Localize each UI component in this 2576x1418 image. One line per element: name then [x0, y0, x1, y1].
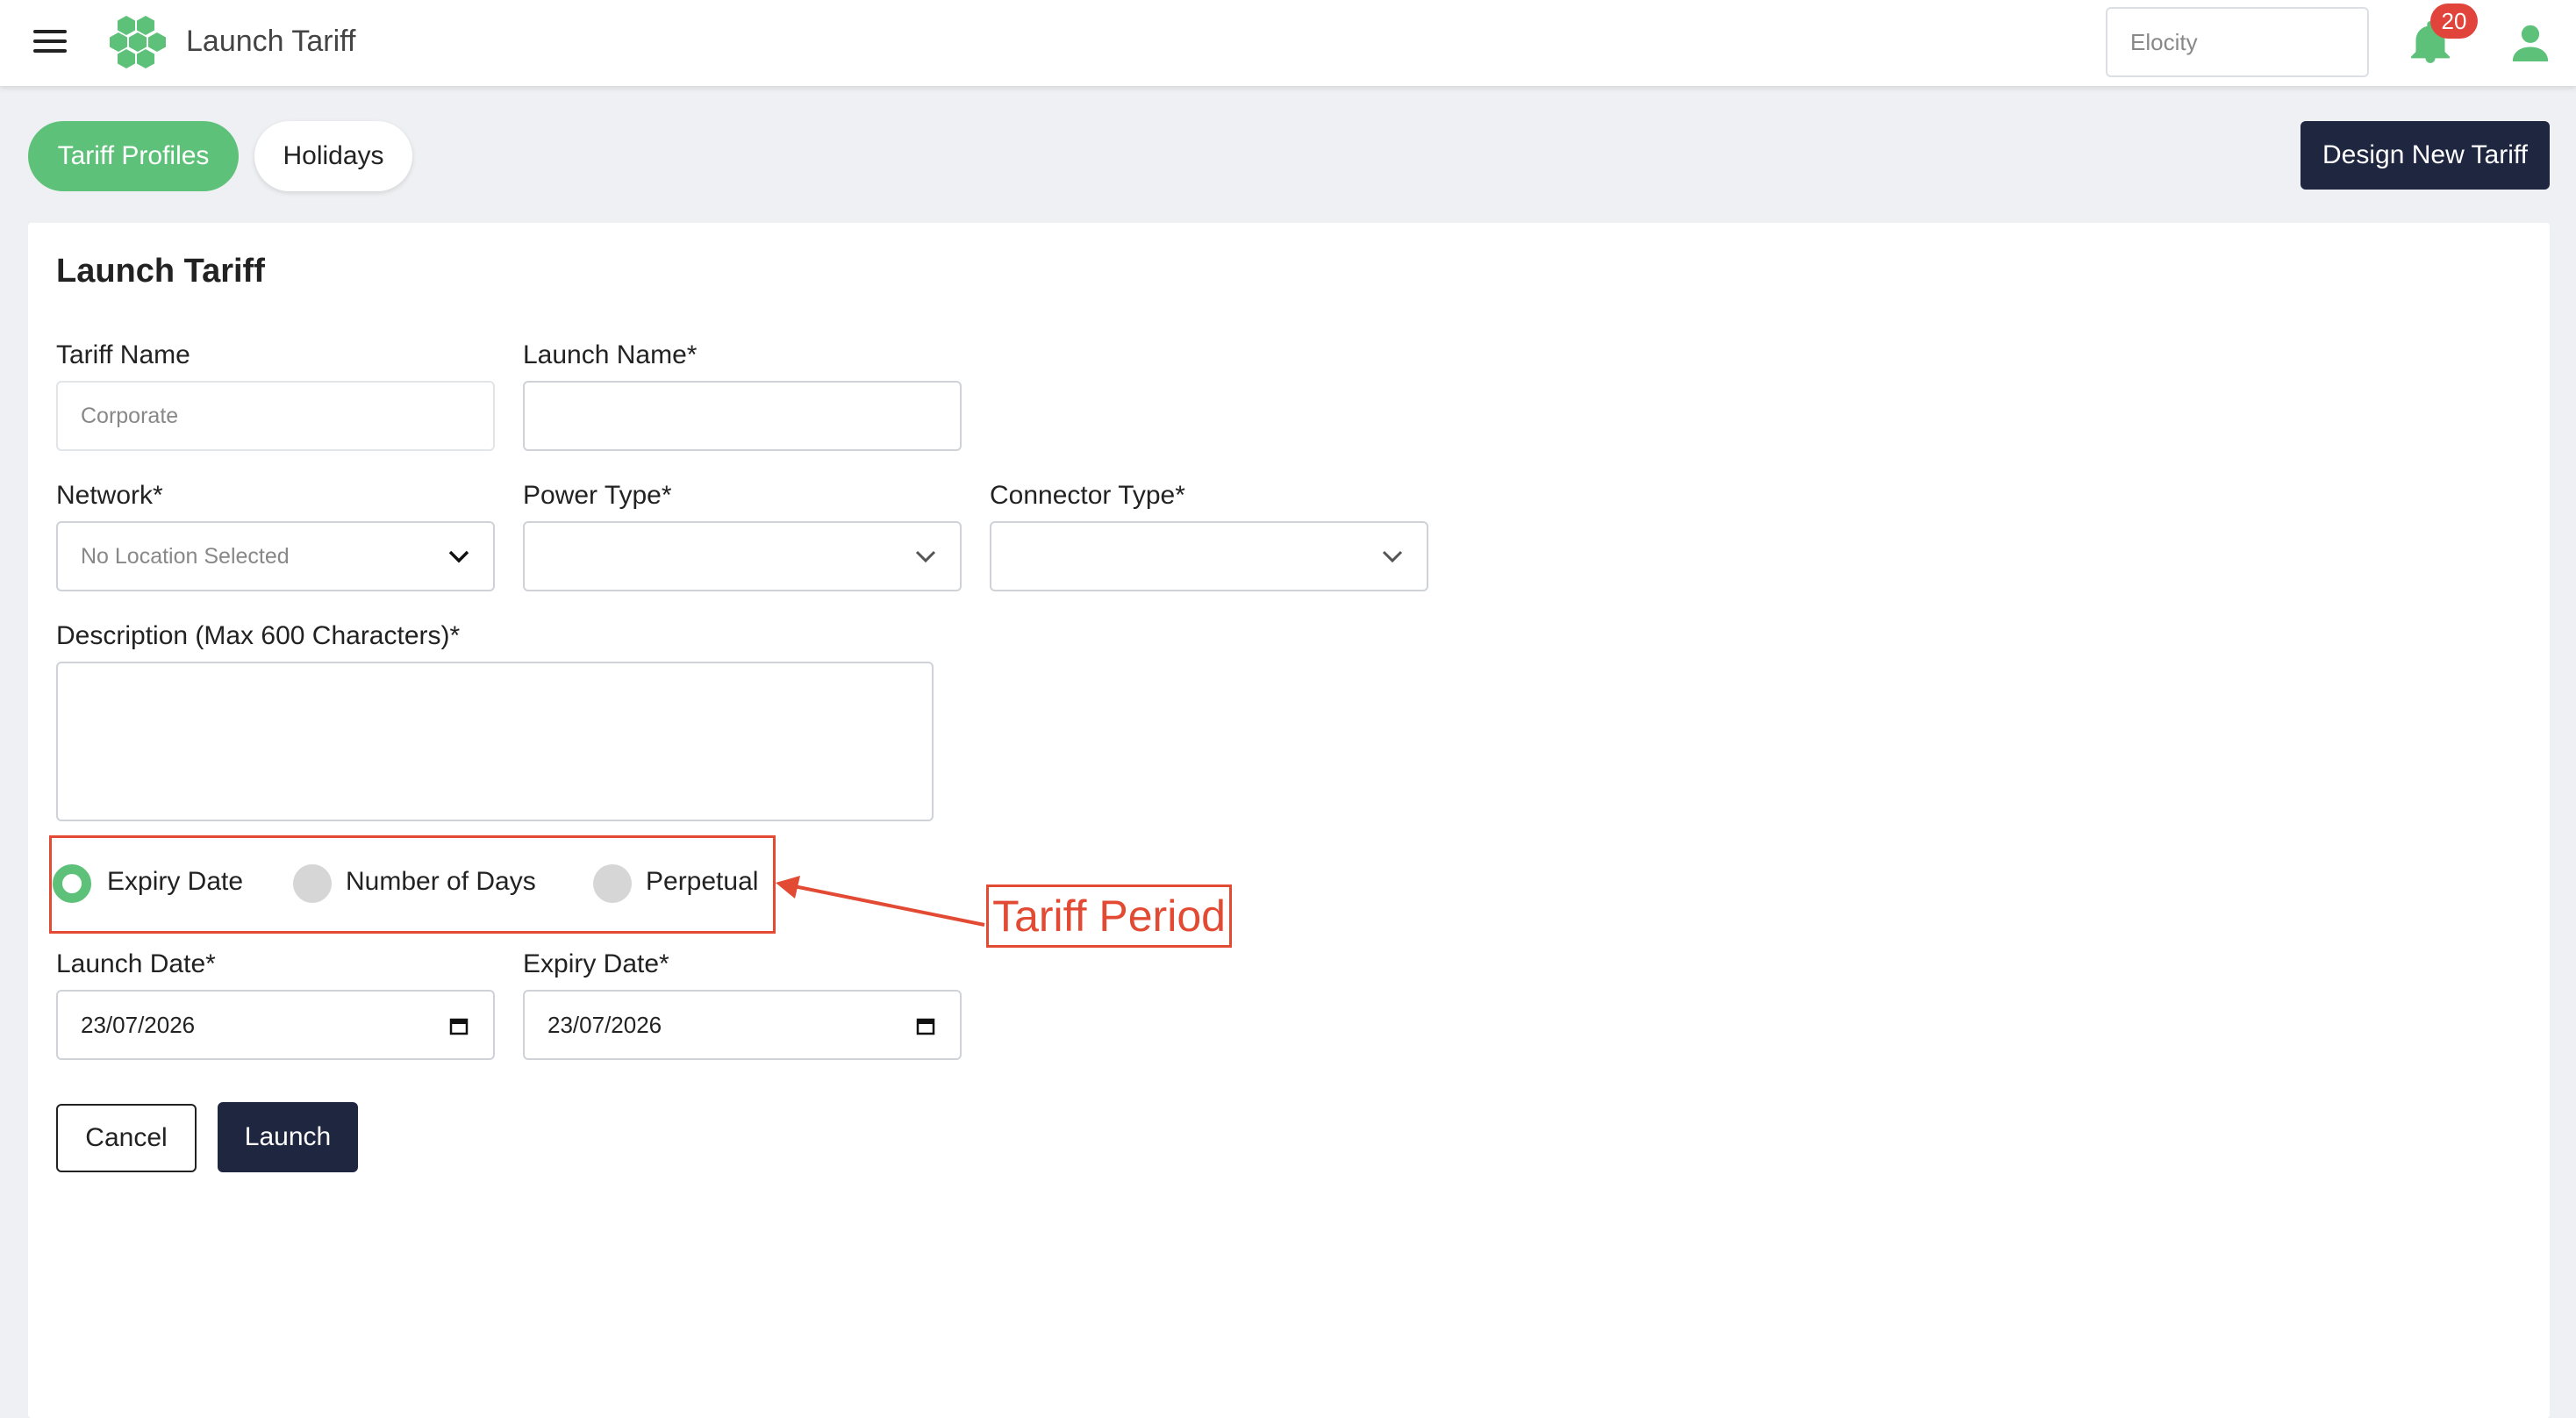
power-type-select[interactable] — [523, 521, 962, 591]
launch-date-label: Launch Date* — [56, 949, 216, 978]
hamburger-menu-icon[interactable] — [33, 30, 67, 56]
chevron-down-icon — [1382, 550, 1403, 563]
radio-label-number-of-days[interactable]: Number of Days — [346, 867, 536, 897]
expiry-date-field[interactable]: 23/07/2026 — [523, 990, 962, 1060]
launch-date-field[interactable]: 23/07/2026 — [56, 990, 495, 1060]
description-textarea[interactable] — [56, 662, 934, 821]
user-icon[interactable] — [2511, 23, 2550, 61]
app-title: Launch Tariff — [186, 25, 356, 58]
launch-date-value: 23/07/2026 — [81, 1012, 196, 1038]
launch-button[interactable]: Launch — [218, 1102, 358, 1172]
expiry-date-value: 23/07/2026 — [547, 1012, 662, 1038]
launch-name-field[interactable] — [523, 381, 962, 451]
connector-type-label: Connector Type* — [990, 481, 1185, 510]
power-type-label: Power Type* — [523, 481, 672, 510]
network-select[interactable]: No Location Selected — [56, 521, 495, 591]
radio-label-expiry-date[interactable]: Expiry Date — [107, 867, 243, 897]
tariff-name-field[interactable]: Corporate — [56, 381, 495, 451]
annotation-label: Tariff Period — [986, 884, 1232, 948]
radio-number-of-days[interactable] — [293, 864, 332, 903]
calendar-icon[interactable] — [449, 1016, 469, 1035]
expiry-date-label: Expiry Date* — [523, 949, 669, 978]
top-bar: Launch Tariff Elocity 20 — [0, 0, 2576, 86]
radio-expiry-date[interactable] — [53, 864, 91, 903]
tab-tariff-profiles[interactable]: Tariff Profiles — [28, 121, 239, 191]
design-new-tariff-button[interactable]: Design New Tariff — [2301, 121, 2550, 190]
radio-perpetual[interactable] — [593, 864, 632, 903]
chevron-down-icon — [915, 550, 936, 563]
radio-label-perpetual[interactable]: Perpetual — [646, 867, 758, 897]
network-selected-value: No Location Selected — [81, 544, 290, 569]
connector-type-select[interactable] — [990, 521, 1428, 591]
tab-holidays[interactable]: Holidays — [254, 121, 412, 191]
cancel-button[interactable]: Cancel — [56, 1104, 197, 1172]
chevron-down-icon — [448, 550, 469, 563]
page-title: Launch Tariff — [56, 253, 265, 290]
calendar-icon[interactable] — [916, 1016, 935, 1035]
company-selector[interactable]: Elocity — [2106, 7, 2369, 77]
launch-name-label: Launch Name* — [523, 340, 698, 369]
description-label: Description (Max 600 Characters)* — [56, 621, 461, 650]
hexagon-logo-icon — [110, 16, 166, 68]
network-label: Network* — [56, 481, 163, 510]
tariff-name-label: Tariff Name — [56, 340, 190, 369]
notification-badge: 20 — [2430, 4, 2478, 39]
